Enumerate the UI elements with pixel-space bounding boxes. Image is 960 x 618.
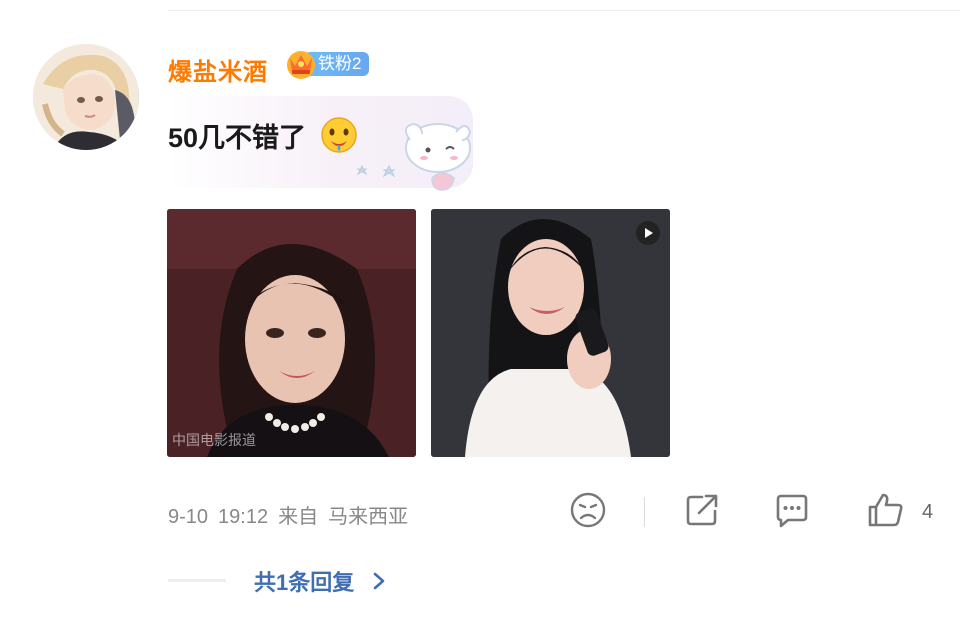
share-button[interactable] <box>682 490 722 530</box>
comment-meta: 9-10 19:12 来自 马来西亚 <box>168 500 418 529</box>
action-divider <box>644 497 645 527</box>
singer-photo <box>431 209 670 457</box>
photo-watermark: 中国电影报道 <box>172 432 256 448</box>
view-replies-link[interactable]: 共1条回复 <box>254 565 386 597</box>
avatar[interactable] <box>33 44 139 150</box>
portrait-photo <box>167 209 416 457</box>
comment-time: 19:12 <box>218 506 269 528</box>
comment-image-2-video[interactable] <box>431 209 670 457</box>
frown-icon <box>570 492 606 528</box>
fan-badge[interactable]: 铁粉2 <box>282 46 382 80</box>
chevron-right-icon <box>373 572 385 590</box>
avatar-illustration <box>33 44 139 150</box>
crown-icon <box>287 51 315 79</box>
drooling-face-emoji <box>321 117 357 153</box>
top-divider <box>168 10 960 11</box>
reply-count-label: 共1条回复 <box>254 570 355 595</box>
username[interactable]: 爆盐米酒 <box>168 52 268 87</box>
reply-thread-line <box>168 579 226 582</box>
dislike-button[interactable] <box>568 490 608 530</box>
bunny-sticker-icon <box>356 122 472 191</box>
play-icon[interactable] <box>636 221 660 245</box>
comment-image-1[interactable]: 中国电影报道 <box>167 209 416 457</box>
comment-date: 9-10 <box>168 506 209 528</box>
comment-icon <box>776 494 808 528</box>
comment-button[interactable] <box>772 490 812 530</box>
source-prefix: 来自 <box>278 506 319 528</box>
comment-text: 50几不错了 <box>168 123 307 153</box>
location: 马来西亚 <box>328 506 409 528</box>
like-button[interactable] <box>866 490 906 530</box>
thumbs-up-icon <box>868 493 903 527</box>
share-icon <box>686 494 718 526</box>
like-count: 4 <box>922 501 934 523</box>
